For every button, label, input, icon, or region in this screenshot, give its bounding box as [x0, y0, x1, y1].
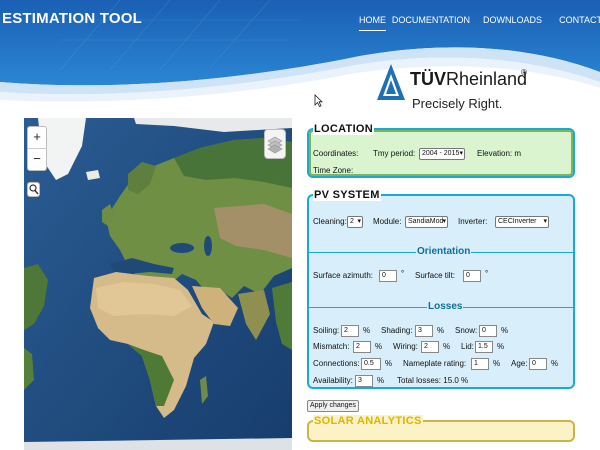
tilt-degree-unit: ° — [485, 269, 489, 278]
wiring-input[interactable]: 2 — [421, 341, 439, 353]
losses-title: Losses — [427, 301, 464, 312]
shading-percent: % — [437, 326, 445, 335]
shading-label: Shading: — [381, 326, 413, 335]
lid-input[interactable]: 1.5 — [475, 341, 493, 353]
coordinates-label: Coordinates: — [313, 149, 359, 158]
orientation-title: Orientation — [416, 246, 472, 257]
tmy-period-select[interactable]: 2004 - 2015 ▾ — [419, 148, 465, 160]
nav-downloads[interactable]: DOWNLOADS — [483, 15, 542, 25]
layers-icon — [267, 136, 283, 154]
module-label: Module: — [373, 217, 402, 226]
total-losses-label: Total losses: 15.0 % — [397, 376, 469, 385]
nav-documentation[interactable]: DOCUMENTATION — [392, 15, 470, 25]
registered-mark: ® — [521, 68, 527, 77]
lid-label: Lid: — [461, 342, 474, 351]
soiling-percent: % — [363, 326, 371, 335]
wiring-label: Wiring: — [393, 342, 418, 351]
zoom-out-button[interactable]: − — [28, 149, 46, 171]
search-icon — [29, 184, 39, 195]
elevation-label: Elevation: m — [477, 149, 522, 158]
nav-home[interactable]: HOME — [359, 15, 386, 31]
tuv-triangle-logo-icon — [377, 64, 405, 100]
connections-input[interactable]: 0.5 — [361, 358, 381, 370]
surface-azimuth-label: Surface azimuth: — [313, 271, 374, 280]
pv-system-title: PV SYSTEM — [313, 189, 381, 201]
surface-tilt-input[interactable]: 0 — [463, 270, 481, 282]
connections-percent: % — [385, 359, 393, 368]
inverter-label: Inverter: — [458, 217, 488, 226]
zoom-control: + − — [27, 126, 47, 171]
tuv-logo: TÜVRheinland ® Precisely Right. — [375, 60, 575, 120]
cleaning-label: Cleaning: — [313, 217, 347, 226]
solar-analytics-title: SOLAR ANALYTICS — [313, 415, 423, 427]
logo-wordmark: TÜVRheinland — [410, 69, 528, 89]
location-panel: LOCATION Coordinates: Tmy period: 2004 -… — [307, 123, 575, 178]
shading-input[interactable]: 3 — [415, 325, 433, 337]
availability-label: Availability: — [313, 376, 353, 385]
age-input[interactable]: 0 — [529, 358, 547, 370]
cleaning-select[interactable]: 2 ▾ — [347, 216, 363, 228]
age-label: Age: — [511, 359, 528, 368]
soiling-label: Soiling: — [313, 326, 340, 335]
mismatch-percent: % — [375, 342, 383, 351]
soiling-input[interactable]: 2 — [341, 325, 359, 337]
solar-analytics-panel: SOLAR ANALYTICS — [307, 415, 575, 442]
nameplate-percent: % — [493, 359, 501, 368]
timezone-label: Time Zone: — [313, 166, 354, 175]
nav-contact[interactable]: CONTACT — [559, 15, 600, 25]
availability-input[interactable]: 3 — [355, 375, 373, 387]
mismatch-input[interactable]: 2 — [353, 341, 371, 353]
app-title: ESTIMATION TOOL — [2, 10, 142, 27]
age-percent: % — [551, 359, 559, 368]
nameplate-rating-input[interactable]: 1 — [471, 358, 489, 370]
snow-label: Snow: — [455, 326, 478, 335]
connections-label: Connections: — [313, 359, 360, 368]
surface-azimuth-input[interactable]: 0 — [379, 270, 397, 282]
wiring-percent: % — [443, 342, 451, 351]
module-select[interactable]: SandiaMod ▾ — [405, 216, 448, 228]
lid-percent: % — [497, 342, 505, 351]
snow-percent: % — [501, 326, 509, 335]
location-title: LOCATION — [313, 123, 375, 135]
mouse-cursor-icon — [314, 94, 323, 107]
zoom-in-button[interactable]: + — [28, 127, 46, 149]
apply-changes-button[interactable]: Apply changes — [307, 400, 359, 412]
layers-button[interactable] — [264, 129, 286, 159]
map-search-button[interactable] — [27, 182, 40, 197]
availability-percent: % — [377, 376, 385, 385]
logo-tagline: Precisely Right. — [412, 96, 503, 111]
surface-tilt-label: Surface tilt: — [415, 271, 456, 280]
tmy-period-label: Tmy period: — [373, 149, 416, 158]
world-map[interactable]: + − — [24, 118, 292, 450]
mismatch-label: Mismatch: — [313, 342, 350, 351]
inverter-select[interactable]: CECInverter ▾ — [495, 216, 549, 228]
nameplate-rating-label: Nameplate rating: — [403, 359, 467, 368]
pv-system-panel: PV SYSTEM Cleaning: 2 ▾ Module: SandiaMod… — [307, 189, 575, 389]
azimuth-degree-unit: ° — [401, 269, 405, 278]
satellite-map-image — [24, 118, 292, 450]
snow-input[interactable]: 0 — [479, 325, 497, 337]
